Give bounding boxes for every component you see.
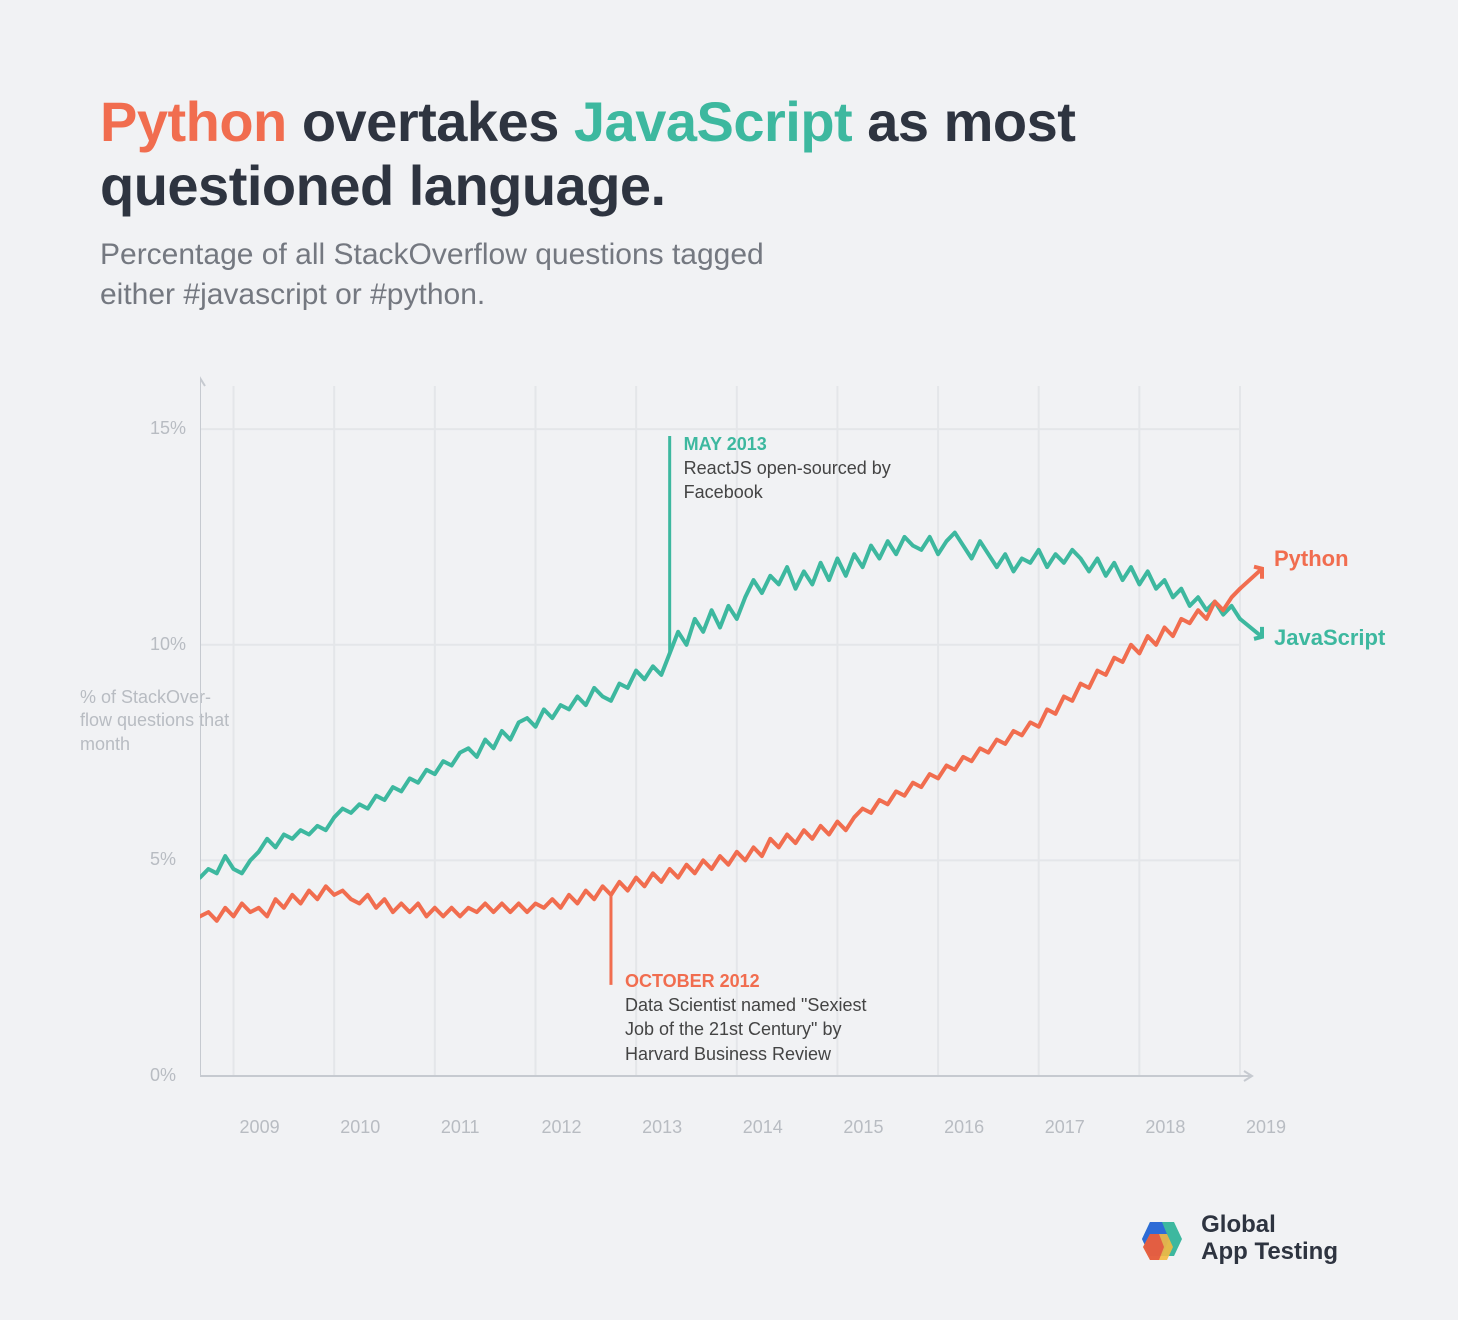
footer-brand-line2: App Testing <box>1201 1239 1338 1265</box>
x-tick-label: 2018 <box>1145 1117 1185 1138</box>
x-tick-label: 2015 <box>843 1117 883 1138</box>
footer-brand-text: Global App Testing <box>1201 1212 1338 1265</box>
x-tick-label: 2010 <box>340 1117 380 1138</box>
end-label-javascript: JavaScript <box>1274 625 1385 651</box>
annotation-lines <box>611 436 670 985</box>
end-label-python: Python <box>1274 546 1349 572</box>
x-tick-label: 2011 <box>441 1117 480 1138</box>
annotation-reactjs-date: MAY 2013 <box>684 432 944 456</box>
end-arrows <box>1240 566 1262 638</box>
series-javascript <box>200 532 1240 877</box>
x-tick-label: 2012 <box>541 1117 581 1138</box>
x-tick-label: 2019 <box>1246 1117 1286 1138</box>
subtitle: Percentage of all StackOverflow question… <box>100 235 800 316</box>
x-tick-label: 2014 <box>743 1117 783 1138</box>
footer-brand: Global App Testing <box>1137 1212 1338 1265</box>
annotation-datascientist-text: Data Scientist named "Sexiest Job of the… <box>625 993 885 1066</box>
x-tick-label: 2009 <box>240 1117 280 1138</box>
page-title: Python overtakes JavaScript as most ques… <box>100 90 1358 219</box>
x-tick-label: 2017 <box>1045 1117 1085 1138</box>
y-tick-label: 0% <box>150 1065 176 1086</box>
series-python <box>200 588 1240 920</box>
title-mid1: overtakes <box>287 90 574 153</box>
chart-area: % of StackOver-flow questions that month… <box>140 376 1340 1156</box>
annotation-datascientist-date: OCTOBER 2012 <box>625 969 885 993</box>
x-tick-label: 2013 <box>642 1117 682 1138</box>
globalapptesting-logo-icon <box>1137 1214 1187 1264</box>
y-tick-label: 5% <box>150 849 176 870</box>
title-word-js: JavaScript <box>574 90 852 153</box>
y-tick-label: 15% <box>150 418 186 439</box>
x-tick-label: 2016 <box>944 1117 984 1138</box>
annotation-datascientist: OCTOBER 2012 Data Scientist named "Sexie… <box>625 969 885 1066</box>
title-block: Python overtakes JavaScript as most ques… <box>100 90 1358 316</box>
annotation-reactjs: MAY 2013 ReactJS open-sourced by Faceboo… <box>684 432 944 505</box>
y-tick-label: 10% <box>150 634 186 655</box>
title-word-python: Python <box>100 90 287 153</box>
annotation-reactjs-text: ReactJS open-sourced by Facebook <box>684 456 944 505</box>
footer-brand-line1: Global <box>1201 1212 1338 1238</box>
